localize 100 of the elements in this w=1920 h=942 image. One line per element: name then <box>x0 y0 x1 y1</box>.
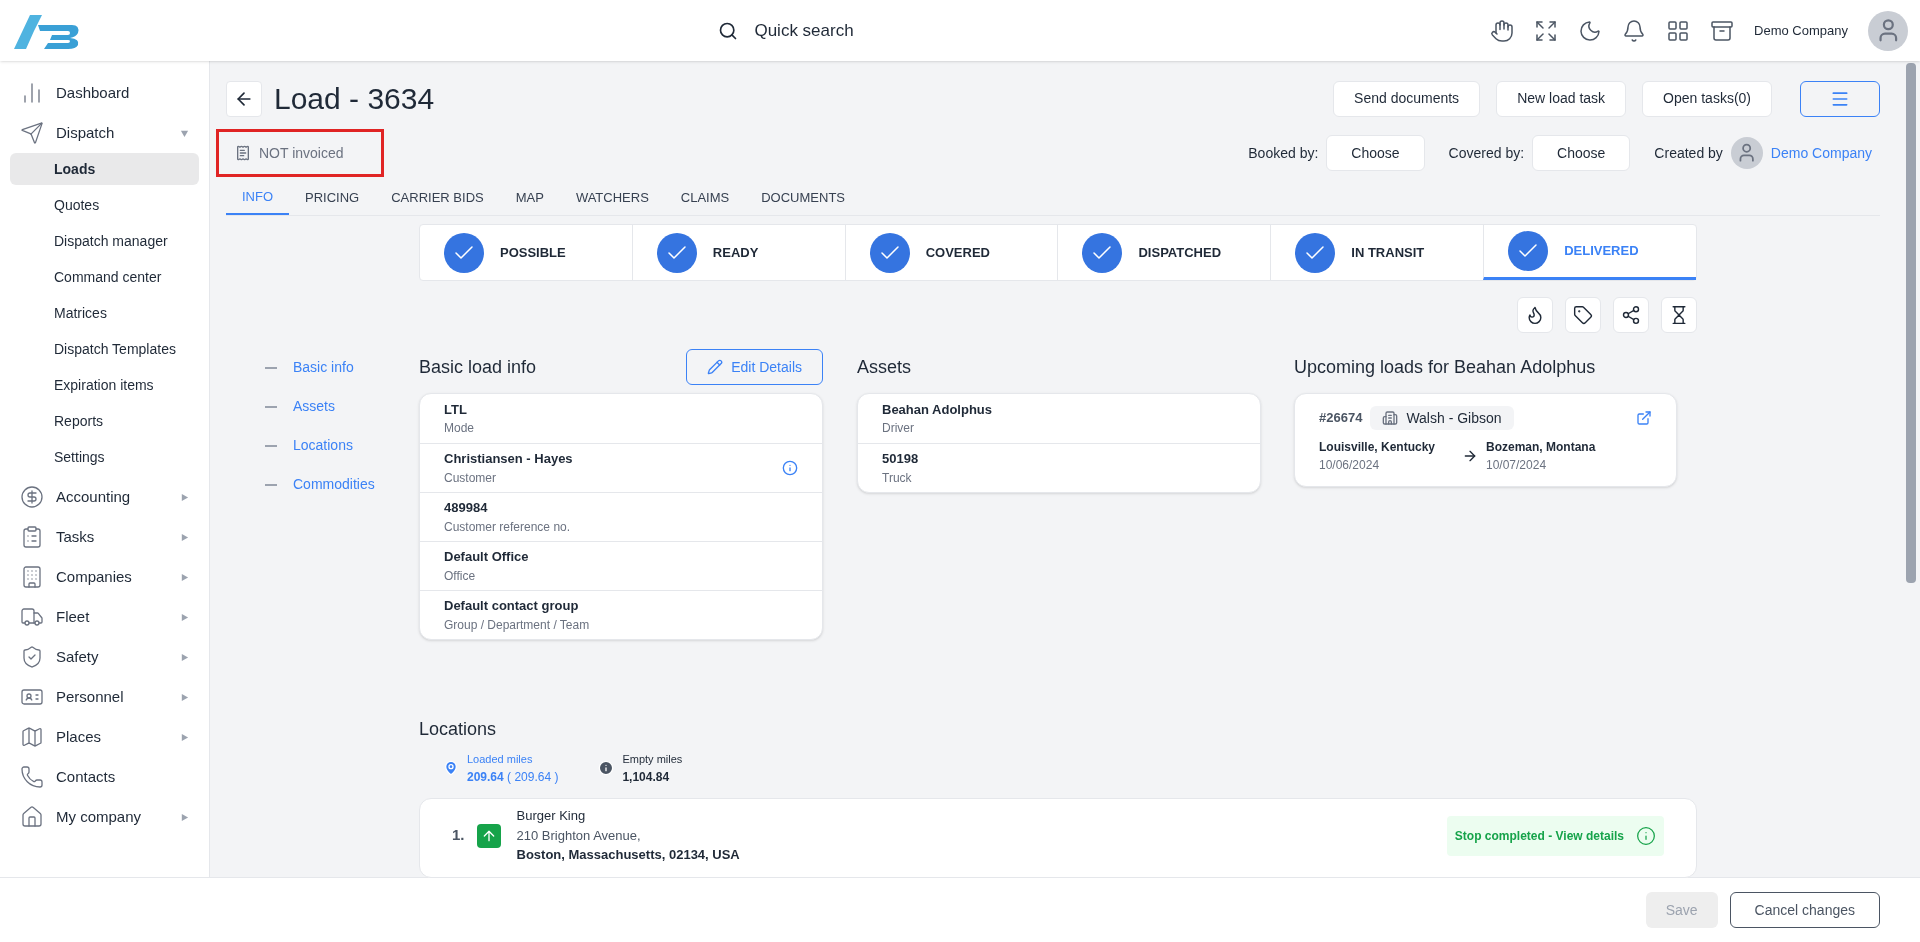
sidebar-subitem[interactable]: Loads <box>10 153 199 185</box>
section-title: Locations <box>419 718 498 741</box>
truck-icon <box>20 605 44 629</box>
caret-icon[interactable] <box>180 692 189 702</box>
field-value: LTL <box>444 400 468 419</box>
action-button[interactable]: Send documents <box>1333 80 1481 117</box>
field-label: Truck <box>882 469 913 487</box>
status-step[interactable]: IN TRANSIT <box>1270 225 1484 280</box>
map-pin-icon <box>443 760 459 777</box>
tab[interactable]: CARRIER BIDS <box>375 181 500 215</box>
check-icon <box>656 232 697 273</box>
sidebar-item[interactable]: Contacts <box>0 757 209 797</box>
section-title: Assets <box>857 355 913 379</box>
company-tag: Walsh - Gibson <box>1370 406 1514 430</box>
sidebar-item[interactable]: Places <box>0 717 209 757</box>
sidebar-item[interactable]: Tasks <box>0 517 209 557</box>
shield-icon <box>20 645 44 669</box>
grid-icon[interactable] <box>1666 18 1691 43</box>
sidebar-subitem[interactable]: Quotes <box>10 189 199 221</box>
sidebar-subitem[interactable]: Matrices <box>10 297 199 329</box>
tab[interactable]: PRICING <box>289 181 376 215</box>
tab[interactable]: WATCHERS <box>559 181 665 215</box>
dollar-icon <box>20 485 44 509</box>
sidebar-item[interactable]: Accounting <box>0 477 209 517</box>
check-icon <box>1082 232 1123 273</box>
status-step[interactable]: DISPATCHED <box>1057 225 1271 280</box>
menu-button[interactable] <box>1800 80 1880 117</box>
cancel-button[interactable]: Cancel changes <box>1729 892 1880 928</box>
box-icon[interactable] <box>1710 18 1735 43</box>
caret-icon[interactable] <box>180 732 189 742</box>
loaded-miles-value: 209.64 <box>467 769 504 784</box>
booked-by-select[interactable]: Choose <box>1326 135 1425 171</box>
hourglass-icon[interactable] <box>1661 297 1697 333</box>
external-link-icon[interactable] <box>1636 410 1652 426</box>
section-title: Upcoming loads for Beahan Adolphus <box>1294 355 1597 379</box>
quick-search[interactable]: Quick search <box>718 17 854 44</box>
sidebar-subitem[interactable]: Command center <box>10 261 199 293</box>
house-icon <box>20 805 44 829</box>
sidebar-subitem[interactable]: Dispatch Templates <box>10 333 199 365</box>
building-icon <box>1382 410 1399 426</box>
info-icon <box>1636 825 1656 846</box>
sidebar-item[interactable]: My company <box>0 797 209 837</box>
stop-city: Boston, Massachusetts, 02134, USA <box>516 846 741 865</box>
caret-icon[interactable] <box>180 492 189 502</box>
caret-icon[interactable] <box>180 572 189 582</box>
tab[interactable]: DOCUMENTS <box>745 181 861 215</box>
sidebar-subitem[interactable]: Expiration items <box>10 369 199 401</box>
sidebar-subitem[interactable]: Settings <box>10 441 199 473</box>
map-icon <box>20 725 44 749</box>
status-step[interactable]: COVERED <box>844 225 1058 280</box>
moon-icon[interactable] <box>1578 18 1603 43</box>
sidebar-item[interactable]: Dispatch <box>0 113 209 153</box>
caret-icon[interactable] <box>180 812 189 822</box>
status-step[interactable]: READY <box>631 225 845 280</box>
status-step[interactable]: POSSIBLE <box>420 225 632 280</box>
search-icon <box>718 20 739 41</box>
loaded-miles-label: Loaded miles <box>467 752 534 767</box>
back-button[interactable] <box>226 80 262 117</box>
sidebar-item[interactable]: Fleet <box>0 597 209 637</box>
fullscreen-icon[interactable] <box>1534 18 1559 43</box>
field-value: 50198 <box>882 450 920 469</box>
sidebar-item[interactable]: Companies <box>0 557 209 597</box>
caret-icon[interactable] <box>180 128 189 138</box>
info-icon[interactable] <box>782 460 798 476</box>
flame-icon[interactable] <box>1517 297 1553 333</box>
page-title: Load - 3634 <box>274 81 436 117</box>
field-label: Driver <box>882 420 915 438</box>
caret-icon[interactable] <box>180 612 189 622</box>
field-value: 489984 <box>444 499 489 518</box>
destination-date: 10/07/2024 <box>1486 457 1548 474</box>
hand-icon[interactable] <box>1490 18 1515 43</box>
action-button[interactable]: Open tasks(0) <box>1642 80 1772 117</box>
tab[interactable]: CLAIMS <box>664 181 746 215</box>
caret-icon[interactable] <box>180 652 189 662</box>
status-step[interactable]: DELIVERED <box>1483 225 1696 280</box>
check-icon <box>869 232 910 273</box>
field-value: Default Office <box>444 548 530 567</box>
scrollbar[interactable] <box>1906 63 1916 583</box>
action-button[interactable]: New load task <box>1496 80 1627 117</box>
sidebar-item[interactable]: Personnel <box>0 677 209 717</box>
sidebar-subitem[interactable]: Dispatch manager <box>10 225 199 257</box>
sidebar-subitem[interactable]: Reports <box>10 405 199 437</box>
stop-index: 1. <box>452 825 465 846</box>
created-by-label: Created by <box>1654 143 1723 163</box>
check-icon <box>1295 232 1336 273</box>
covered-by-select[interactable]: Choose <box>1532 135 1631 171</box>
empty-miles-label: Empty miles <box>622 752 683 767</box>
arrow-icon <box>1462 448 1478 464</box>
tag-icon[interactable] <box>1565 297 1601 333</box>
bell-icon[interactable] <box>1622 18 1647 43</box>
check-icon <box>444 232 484 273</box>
field-value: Beahan Adolphus <box>882 400 994 419</box>
sidebar-item[interactable]: Dashboard <box>0 73 209 113</box>
caret-icon[interactable] <box>180 532 189 542</box>
share-icon[interactable] <box>1613 297 1649 333</box>
tab[interactable]: MAP <box>499 181 560 215</box>
avatar <box>1868 10 1908 51</box>
covered-by-label: Covered by: <box>1448 143 1525 163</box>
stop-street: 210 Brighton Avenue, <box>516 826 642 845</box>
sidebar-item[interactable]: Safety <box>0 637 209 677</box>
